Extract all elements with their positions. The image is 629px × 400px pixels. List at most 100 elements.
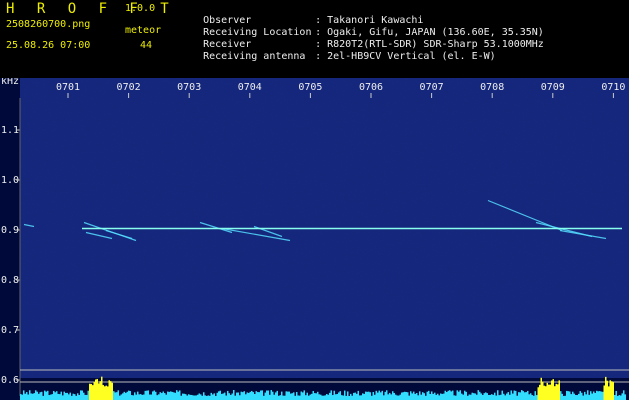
level-bar [425,395,427,400]
level-bar [74,394,76,400]
level-bar [185,394,187,400]
level-bar [287,391,289,400]
level-bar [452,390,454,400]
level-bar [236,392,238,400]
level-bar [600,391,602,400]
level-bar [309,394,311,400]
level-bar [381,390,383,400]
level-bar [105,385,107,400]
level-bar [345,395,347,400]
level-bar [446,391,448,400]
level-bar [114,392,116,400]
level-bar [156,395,158,400]
level-bar [69,392,71,400]
level-bar [231,393,233,400]
time-tick-label: 0701 [56,82,80,93]
level-bar [107,386,109,400]
level-bar [261,390,263,400]
level-bar [191,394,193,400]
level-bar [530,393,532,400]
level-bar [563,395,565,400]
level-bar [315,393,317,400]
level-bar [162,391,164,400]
level-bar [95,379,97,400]
level-bar [81,390,83,400]
level-bar [410,391,412,400]
level-bar [141,394,143,400]
level-bar [486,393,488,400]
level-bar [464,390,466,400]
level-bar [483,393,485,400]
level-bar [398,395,400,400]
level-bar [221,393,223,400]
file-datetime: 25.08.26 07:00 [6,40,91,51]
level-bar [341,395,343,400]
level-bar [588,394,590,400]
level-bar [122,393,124,400]
meteor-label: meteor [125,25,162,36]
level-bar [494,392,496,400]
level-bar [299,395,301,400]
level-bar [99,381,101,400]
level-bar [375,390,377,400]
level-bar [558,380,560,400]
level-bar [440,393,442,400]
level-bar [47,390,49,400]
level-bar [215,395,217,400]
level-bar [177,391,179,400]
level-bar [516,395,518,400]
level-bar [377,392,379,400]
level-bar [560,391,562,400]
time-tick-label: 0705 [298,82,322,93]
level-bar [197,394,199,400]
level-bar [332,395,334,400]
level-bar [275,392,277,400]
level-bar [581,392,583,400]
level-bar [594,392,596,400]
level-bar [273,394,275,400]
level-bar [78,394,80,400]
level-bar [506,393,508,400]
level-bar [521,390,523,400]
level-bar [618,395,620,400]
level-bar [591,393,593,400]
level-bar [338,392,340,400]
level-bar [330,390,332,400]
level-bar [342,395,344,400]
level-bar [212,394,214,400]
level-bar [468,394,470,400]
level-bar [23,390,25,400]
level-bar [45,391,47,400]
level-bar [320,394,322,400]
level-bar [189,394,191,400]
level-bar [389,392,391,400]
level-bar [576,395,578,400]
level-bar [305,395,307,400]
level-bar [561,393,563,400]
level-bar [458,391,460,400]
level-bar [339,391,341,400]
level-bar [98,383,100,400]
level-bar [101,376,103,400]
level-bar [296,392,298,400]
level-bar [125,392,127,400]
level-bar [144,390,146,400]
level-bar [615,390,617,400]
level-bar [246,392,248,400]
level-bar [42,395,44,400]
level-bar [111,382,113,400]
level-bar [537,387,539,400]
level-bar [137,391,139,400]
level-bar [596,390,598,400]
level-bar [575,395,577,400]
info-key: Receiving antenna [203,51,306,62]
level-bar [219,390,221,400]
level-bar [519,392,521,400]
level-bar [183,393,185,400]
level-bar [83,392,85,400]
spectrogram-plot: kHz 0701 0702 0703 0704 0705 0706 0707 0708 0709… [0,78,629,400]
level-bar [444,390,446,400]
level-bar [65,392,67,400]
level-bar [324,395,326,400]
level-bar [41,391,43,400]
